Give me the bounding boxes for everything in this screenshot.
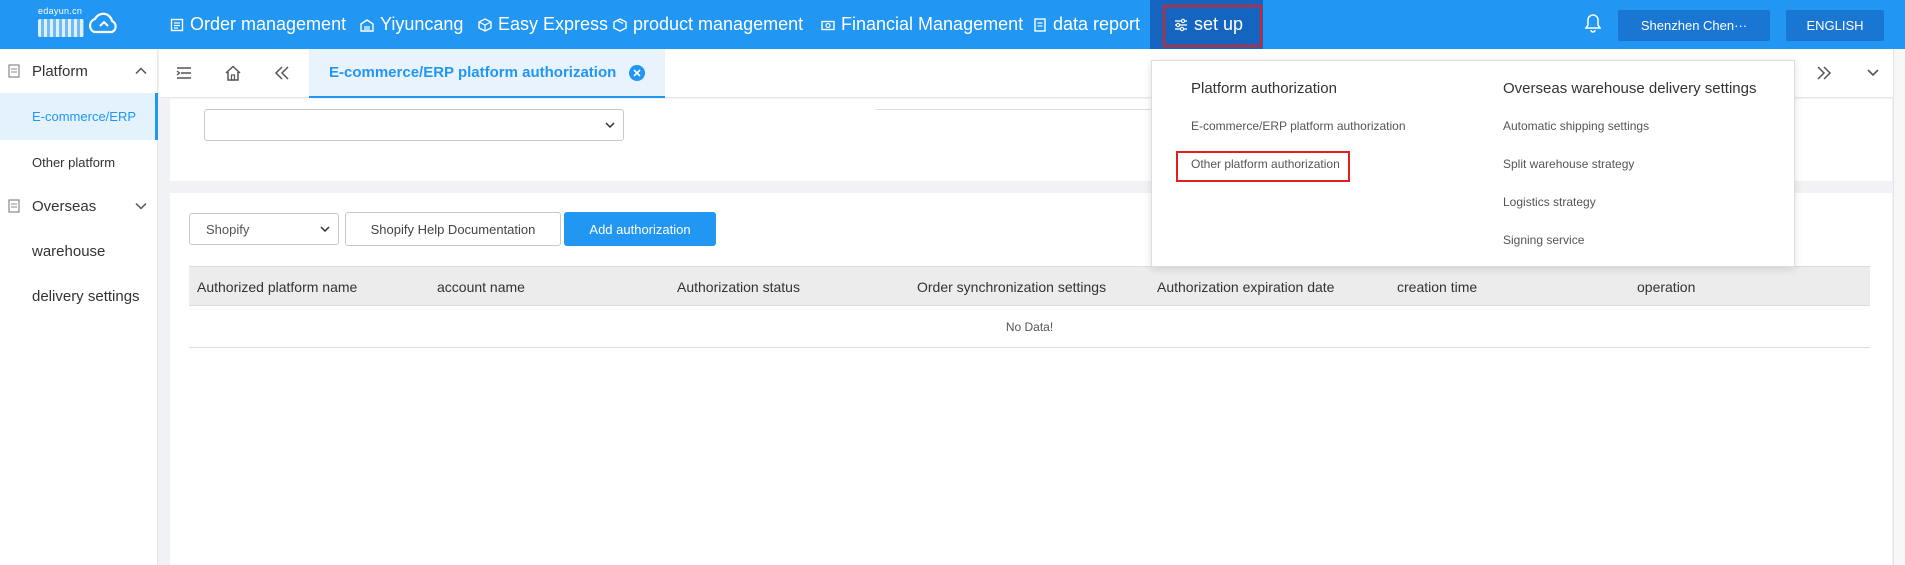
column-header: operation — [1637, 279, 1696, 295]
platform-select[interactable]: Shopify — [189, 213, 339, 245]
filter-select[interactable] — [204, 109, 624, 141]
help-documentation-button[interactable]: Shopify Help Documentation — [345, 212, 561, 246]
close-icon[interactable] — [629, 65, 645, 81]
sidebar-group-platform[interactable]: Platform — [0, 49, 158, 93]
menu-item-signing-service[interactable]: Signing service — [1503, 233, 1584, 247]
nav-label: Yiyuncang — [380, 14, 464, 34]
menu-item-split-warehouse[interactable]: Split warehouse strategy — [1503, 157, 1634, 171]
language-button[interactable]: ENGLISH — [1786, 10, 1884, 41]
double-chevron-left-icon[interactable] — [273, 64, 291, 82]
document-icon — [8, 64, 20, 78]
package-icon — [478, 17, 492, 32]
dropdown-section-title: Platform authorization — [1191, 80, 1337, 97]
menu-item-other-platform-authorization[interactable]: Other platform authorization — [1191, 157, 1340, 171]
tab-label: E-commerce/ERP platform authorization — [329, 64, 617, 81]
empty-state: No Data! — [189, 306, 1870, 348]
sidebar-group-overseas[interactable]: Overseas — [0, 184, 158, 228]
money-icon — [821, 20, 835, 30]
nav-label: data report — [1053, 14, 1141, 34]
nav-label: set up — [1194, 14, 1244, 34]
table-header: Authorized platform name account name Au… — [189, 266, 1870, 306]
sidebar-item-label: warehouse — [32, 242, 106, 260]
nav-easy-express[interactable]: Easy Express — [478, 0, 608, 49]
column-header: Authorized platform name — [197, 279, 358, 295]
column-header: Authorization status — [677, 279, 800, 295]
cloud-icon — [88, 12, 117, 34]
nav-order-management[interactable]: Order management — [170, 0, 346, 49]
platform-select-value: Shopify — [206, 221, 250, 237]
nav-yiyuncang[interactable]: Yiyuncang — [360, 0, 463, 49]
bell-icon[interactable] — [1584, 13, 1602, 33]
scrollbar[interactable] — [1893, 49, 1905, 565]
menu-item-automatic-shipping[interactable]: Automatic shipping settings — [1503, 119, 1649, 133]
menu-item-logistics-strategy[interactable]: Logistics strategy — [1503, 195, 1596, 209]
menu-collapse-icon[interactable] — [175, 64, 193, 82]
column-header: Order synchronization settings — [917, 279, 1107, 295]
menu-item-ecommerce-erp-authorization[interactable]: E-commerce/ERP platform authorization — [1191, 119, 1406, 133]
double-chevron-right-icon[interactable] — [1814, 63, 1834, 83]
dropdown-section-title: Overseas warehouse delivery settings — [1503, 80, 1757, 97]
setup-dropdown-menu: Platform authorization E-commerce/ERP pl… — [1151, 60, 1795, 267]
sidebar-item-delivery-settings[interactable]: delivery settings — [0, 274, 158, 318]
tab-ecommerce-erp-authorization[interactable]: E-commerce/ERP platform authorization — [309, 49, 665, 98]
column-header: Authorization expiration date — [1157, 279, 1335, 295]
home-icon[interactable] — [224, 64, 242, 82]
document-icon — [8, 199, 20, 213]
box-icon — [613, 17, 627, 32]
column-header: creation time — [1397, 279, 1478, 295]
top-navbar: edayun.cn Order management Yiyuncang Eas… — [0, 0, 1905, 49]
nav-product-management[interactable]: product management — [613, 0, 803, 49]
chevron-down-icon[interactable] — [1863, 63, 1883, 83]
nav-label: Financial Management — [841, 14, 1024, 34]
logo-text: edayun.cn — [38, 6, 83, 16]
nav-label: product management — [633, 14, 804, 34]
nav-financial-management[interactable]: Financial Management — [821, 0, 1023, 49]
sidebar-item-warehouse[interactable]: warehouse — [0, 229, 158, 273]
list-icon — [170, 18, 184, 31]
chevron-down-icon — [135, 202, 147, 210]
report-icon — [1034, 17, 1046, 32]
nav-label: Easy Express — [498, 14, 609, 34]
add-authorization-button[interactable]: Add authorization — [564, 212, 716, 246]
logo[interactable]: edayun.cn — [36, 6, 122, 42]
sidebar-item-label: Other platform — [32, 154, 116, 170]
logo-mark — [38, 19, 84, 37]
chevron-down-icon — [605, 122, 615, 128]
nav-label: Order management — [190, 14, 347, 34]
sidebar-group-label: Overseas — [32, 197, 97, 215]
sidebar-group-label: Platform — [32, 62, 88, 80]
chevron-down-icon — [320, 226, 330, 232]
sidebar-item-other-platform[interactable]: Other platform — [0, 140, 158, 184]
user-account-button[interactable]: Shenzhen Chen··· — [1618, 10, 1770, 41]
column-header: account name — [437, 279, 525, 295]
nav-set-up[interactable]: set up — [1150, 0, 1263, 49]
chevron-up-icon — [135, 67, 147, 75]
settings-sliders-icon — [1175, 18, 1187, 31]
nav-data-report[interactable]: data report — [1033, 0, 1140, 49]
warehouse-icon — [360, 18, 374, 32]
sidebar-item-label: delivery settings — [32, 287, 140, 305]
sidebar: Platform E-commerce/ERP Other platform O… — [0, 49, 158, 565]
sidebar-item-ecommerce-erp[interactable]: E-commerce/ERP — [0, 93, 158, 140]
sidebar-item-label: E-commerce/ERP — [32, 109, 137, 124]
